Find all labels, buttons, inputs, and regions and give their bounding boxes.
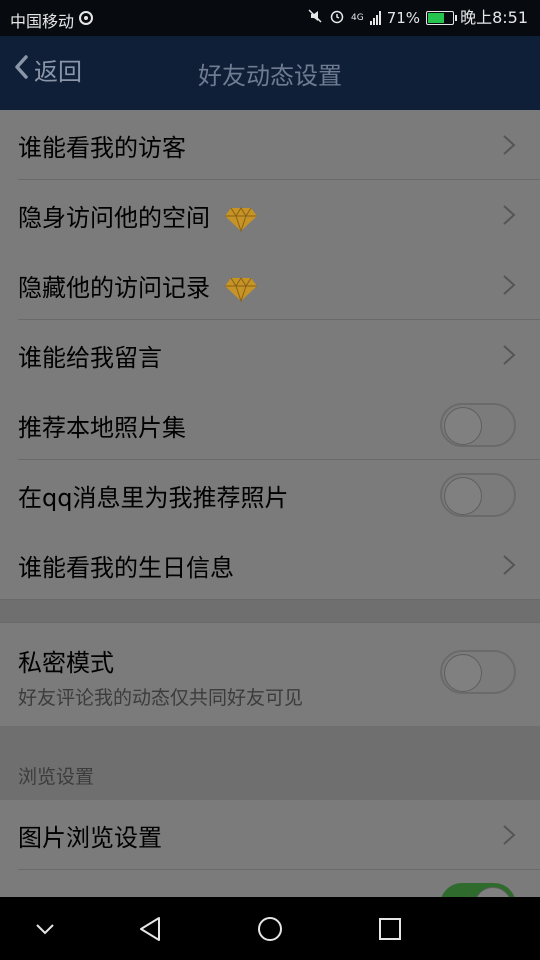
alarm-icon [329, 8, 345, 28]
row-label: 推荐本地照片集 [18, 413, 186, 442]
network-type: 4G [351, 13, 364, 23]
system-nav-bar [0, 897, 540, 960]
row-label: 隐身访问他的空间 [18, 203, 210, 232]
status-bar: 中国移动 4G 71% 晚上8:51 [0, 0, 540, 36]
battery-icon [426, 11, 458, 25]
chevron-right-icon [503, 825, 516, 845]
clock: 晚上8:51 [460, 8, 528, 27]
row-qq-recommend: 在qq消息里为我推荐照片 [0, 460, 540, 530]
carrier-label: 中国移动 [10, 12, 75, 31]
row-private-mode: 私密模式 好友评论我的动态仅共同好友可见 [0, 622, 540, 727]
row-hide-records[interactable]: 隐藏他的访问记录 [0, 250, 540, 320]
row-label: 隐藏他的访问记录 [18, 273, 210, 302]
row-label: 图片浏览设置 [18, 823, 162, 852]
home-nav-button[interactable] [240, 897, 300, 960]
diamond-icon [224, 276, 257, 302]
row-label: 私密模式 [18, 649, 114, 677]
row-recommend-local: 推荐本地照片集 [0, 390, 540, 460]
back-nav-button[interactable] [120, 897, 180, 960]
settings-list: 谁能看我的访客 隐身访问他的空间 隐藏他的访问记录 谁能给我留言 推荐本地照片集… [0, 110, 540, 927]
toggle-knob [444, 654, 482, 692]
section-gap [0, 600, 540, 622]
home-circle-icon [258, 916, 282, 941]
nav-bar: 返回 好友动态设置 [0, 36, 540, 110]
row-label: 谁能看我的访客 [18, 133, 186, 162]
row-label-wrap: 隐藏他的访问记录 [18, 268, 258, 303]
page-title: 好友动态设置 [198, 62, 342, 90]
hd-icon [78, 10, 94, 30]
row-hidden-visit[interactable]: 隐身访问他的空间 [0, 180, 540, 250]
signal-icon [369, 11, 381, 25]
recents-nav-button[interactable] [360, 897, 420, 960]
private-mode-toggle[interactable] [440, 650, 516, 694]
row-birthday[interactable]: 谁能看我的生日信息 [0, 530, 540, 600]
section-title: 浏览设置 [18, 766, 95, 788]
recommend-local-toggle[interactable] [440, 403, 516, 447]
row-label-wrap: 隐身访问他的空间 [18, 198, 258, 233]
row-label: 谁能看我的生日信息 [18, 553, 234, 582]
diamond-icon [224, 206, 257, 232]
row-description: 好友评论我的动态仅共同好友可见 [18, 687, 304, 709]
row-visitors[interactable]: 谁能看我的访客 [0, 110, 540, 180]
chevron-right-icon [503, 205, 516, 225]
toggle-knob [444, 477, 482, 515]
chevron-down-icon [36, 923, 54, 934]
row-message[interactable]: 谁能给我留言 [0, 320, 540, 390]
chevron-right-icon [503, 275, 516, 295]
row-label: 谁能给我留言 [18, 343, 162, 372]
section-header-browse: 浏览设置 [0, 726, 540, 800]
chevron-right-icon [503, 135, 516, 155]
qq-recommend-toggle[interactable] [440, 473, 516, 517]
hide-nav-button[interactable] [20, 897, 70, 960]
back-triangle-icon [140, 916, 160, 941]
row-label: 在qq消息里为我推荐照片 [18, 483, 289, 512]
toggle-knob [444, 407, 482, 445]
recents-square-icon [379, 917, 401, 940]
battery-percent: 71% [386, 9, 421, 27]
row-photo-browse[interactable]: 图片浏览设置 [0, 800, 540, 870]
mute-icon [307, 8, 323, 28]
chevron-right-icon [503, 555, 516, 575]
chevron-right-icon [503, 345, 516, 365]
